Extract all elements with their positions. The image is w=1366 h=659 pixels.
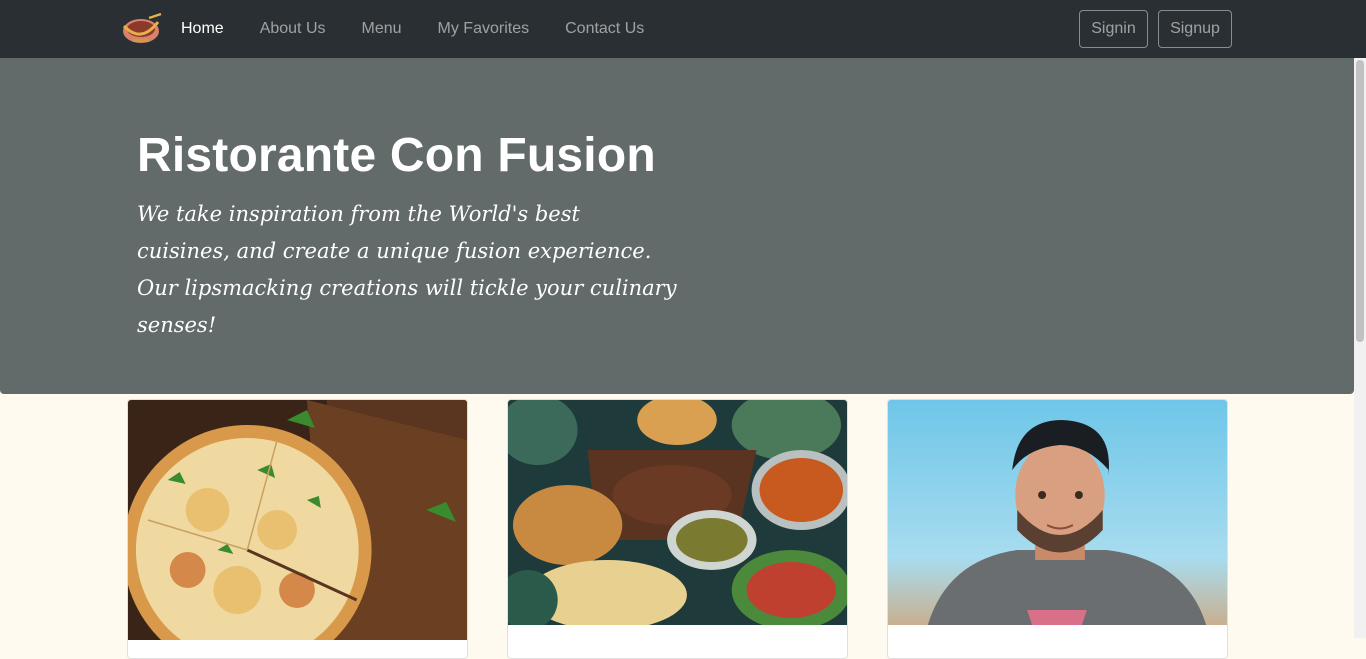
logo-icon <box>122 12 162 43</box>
nav-link-home[interactable]: Home <box>163 0 242 58</box>
hero-tagline: We take inspiration from the World's bes… <box>137 202 677 337</box>
scrollbar-thumb[interactable] <box>1356 60 1364 342</box>
jumbotron: Ristorante Con Fusion We take inspiratio… <box>0 58 1354 394</box>
card-pizza[interactable] <box>127 399 468 659</box>
signin-button[interactable]: Signin <box>1079 10 1148 48</box>
pizza-image <box>128 400 467 640</box>
nav-link-contact-us[interactable]: Contact Us <box>547 0 662 58</box>
chef-image <box>888 400 1227 625</box>
nav-link-my-favorites[interactable]: My Favorites <box>420 0 548 58</box>
navbar: Home About Us Menu My Favorites Contact … <box>0 0 1366 58</box>
hero-title: Ristorante Con Fusion <box>137 129 656 182</box>
signup-button[interactable]: Signup <box>1158 10 1232 48</box>
card-chef[interactable] <box>887 399 1228 659</box>
brand-logo[interactable] <box>121 12 163 46</box>
nav-link-menu[interactable]: Menu <box>344 0 420 58</box>
page-scrollbar[interactable] <box>1354 58 1366 638</box>
nav-links: Home About Us Menu My Favorites Contact … <box>163 0 662 58</box>
card-dishes[interactable] <box>507 399 848 659</box>
nav-link-about-us[interactable]: About Us <box>242 0 344 58</box>
dishes-image <box>508 400 847 625</box>
